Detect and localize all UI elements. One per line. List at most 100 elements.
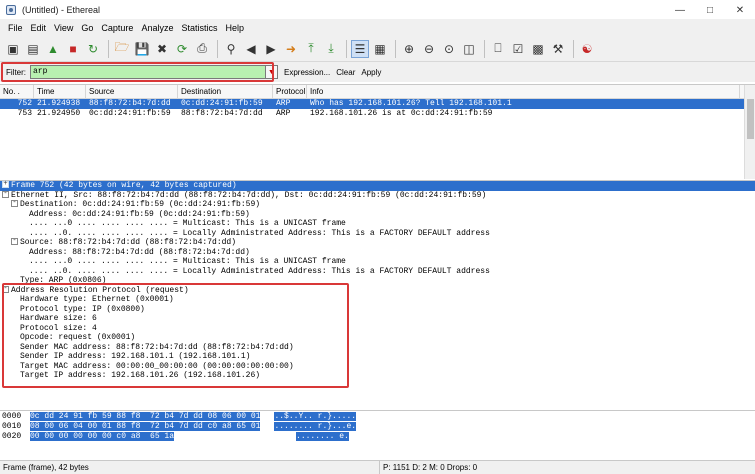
menu-help[interactable]: Help: [221, 23, 248, 33]
detail-row[interactable]: .... ..0. .... .... .... .... = Locally …: [0, 267, 755, 277]
menu-capture[interactable]: Capture: [97, 23, 137, 33]
menu-statistics[interactable]: Statistics: [177, 23, 221, 33]
detail-row[interactable]: - Source: 88:f8:72:b4:7d:dd (88:f8:72:b4:…: [0, 238, 755, 248]
menu-analyze[interactable]: Analyze: [137, 23, 177, 33]
preferences-icon[interactable]: ⚒: [549, 40, 567, 58]
packet-row[interactable]: 752 21.924938 88:f8:72:b4:7d:dd 0c:dd:24…: [0, 99, 755, 109]
packet-destination: 88:f8:72:b4:7d:dd: [181, 109, 263, 118]
capture-filters-icon[interactable]: ⎕: [489, 40, 507, 58]
hex-offset: 0020: [2, 432, 22, 441]
first-packet-icon[interactable]: ⤒: [302, 40, 320, 58]
packet-list-scrollbar[interactable]: [744, 85, 755, 179]
expand-icon[interactable]: +: [2, 181, 9, 189]
toolbar-separator: [108, 39, 109, 58]
column-header-time[interactable]: Time: [34, 85, 86, 98]
start-capture-icon[interactable]: ▲: [44, 40, 62, 58]
save-file-icon[interactable]: 💾: [133, 40, 151, 58]
detail-text: Address: 88:f8:72:b4:7d:dd (88:f8:72:b4:…: [29, 247, 250, 257]
print-icon[interactable]: ⎙: [193, 40, 211, 58]
column-header-source[interactable]: Source: [86, 85, 178, 98]
detail-row[interactable]: Address: 0c:dd:24:91:fb:59 (0c:dd:24:91:…: [0, 210, 755, 220]
toolbar-separator: [346, 39, 347, 58]
collapse-icon[interactable]: -: [11, 238, 18, 246]
hex-row[interactable]: 0010 08 00 06 04 00 01 88 f8 72 b4 7d dd…: [0, 422, 755, 431]
packet-row[interactable]: 753 21.924950 0c:dd:24:91:fb:59 88:f8:72…: [0, 109, 755, 119]
packet-time: 21.924938: [37, 99, 81, 108]
packet-destination: 0c:dd:24:91:fb:59: [181, 99, 263, 108]
column-header-no[interactable]: No. .: [0, 85, 34, 98]
packet-protocol: ARP: [276, 109, 291, 118]
help-icon[interactable]: ☯: [578, 40, 596, 58]
detail-row[interactable]: - Ethernet II, Src: 88:f8:72:b4:7d:dd (88…: [0, 190, 755, 201]
column-header-info[interactable]: Info: [307, 85, 740, 98]
detail-text: .... ..0. .... .... .... .... = Locally …: [29, 228, 490, 238]
toolbar-separator: [484, 39, 485, 58]
zoom-normal-icon[interactable]: ⊙: [440, 40, 458, 58]
go-to-packet-icon[interactable]: ➜: [282, 40, 300, 58]
menu-bar: File Edit View Go Capture Analyze Statis…: [0, 20, 755, 36]
hex-ascii: ..$..Y.. r.}.....: [274, 412, 357, 421]
packet-info: Who has 192.168.101.26? Tell 192.168.101…: [310, 99, 512, 108]
packet-time: 21.924950: [37, 109, 81, 118]
zoom-in-icon[interactable]: ⊕: [400, 40, 418, 58]
go-forward-icon[interactable]: ▶: [262, 40, 280, 58]
toolbar-separator: [395, 39, 396, 58]
hex-row[interactable]: 0000 0c dd 24 91 fb 59 88 f8 72 b4 7d dd…: [0, 412, 755, 421]
column-header-protocol[interactable]: Protocol: [273, 85, 307, 98]
detail-row[interactable]: .... ...0 .... .... .... .... = Multicas…: [0, 257, 755, 267]
detail-row[interactable]: Address: 88:f8:72:b4:7d:dd (88:f8:72:b4:…: [0, 248, 755, 258]
zoom-out-icon[interactable]: ⊖: [420, 40, 438, 58]
maximize-icon[interactable]: □: [695, 0, 725, 20]
minimize-icon[interactable]: —: [665, 0, 695, 20]
detail-row[interactable]: - Destination: 0c:dd:24:91:fb:59 (0c:dd:2…: [0, 200, 755, 210]
find-packet-icon[interactable]: ⚲: [222, 40, 240, 58]
display-filters-icon[interactable]: ☑: [509, 40, 527, 58]
column-header-destination[interactable]: Destination: [178, 85, 273, 98]
detail-row[interactable]: .... ..0. .... .... .... .... = Locally …: [0, 229, 755, 239]
capture-options-icon[interactable]: ▤: [24, 40, 42, 58]
open-file-icon[interactable]: 🗁: [113, 40, 131, 58]
hex-offset: 0010: [2, 422, 22, 431]
close-file-icon[interactable]: ✖: [153, 40, 171, 58]
detail-text: Ethernet II, Src: 88:f8:72:b4:7d:dd (88:…: [11, 190, 487, 200]
detail-row[interactable]: .... ...0 .... .... .... .... = Multicas…: [0, 219, 755, 229]
menu-go[interactable]: Go: [77, 23, 97, 33]
stop-capture-icon[interactable]: ■: [64, 40, 82, 58]
close-icon[interactable]: ✕: [725, 0, 755, 20]
title-bar: (Untitled) - Ethereal — □ ✕: [0, 0, 755, 20]
main-toolbar: ▣ ▤ ▲ ■ ↻ 🗁 💾 ✖ ⟳ ⎙ ⚲ ◀ ▶ ➜ ⤒ ⤓ ☰ ▦ ⊕ ⊖ …: [0, 36, 755, 62]
detail-text: Destination: 0c:dd:24:91:fb:59 (0c:dd:24…: [20, 200, 261, 209]
colorize-icon[interactable]: ☰: [351, 39, 369, 58]
menu-edit[interactable]: Edit: [27, 23, 51, 33]
detail-text: Source: 88:f8:72:b4:7d:dd (88:f8:72:b4:7…: [20, 238, 237, 247]
collapse-icon[interactable]: -: [11, 200, 18, 208]
coloring-rules-icon[interactable]: ▩: [529, 40, 547, 58]
detail-text: .... ...0 .... .... .... .... = Multicas…: [29, 219, 346, 228]
interfaces-icon[interactable]: ▣: [4, 40, 22, 58]
last-packet-icon[interactable]: ⤓: [322, 40, 340, 58]
clear-button[interactable]: Clear: [336, 68, 355, 77]
window-title: (Untitled) - Ethereal: [22, 4, 101, 15]
packet-no: 752: [17, 99, 32, 108]
collapse-icon[interactable]: -: [2, 190, 9, 198]
reload-icon[interactable]: ⟳: [173, 40, 191, 58]
detail-text: .... ...0 .... .... .... .... = Multicas…: [29, 257, 346, 266]
resize-columns-icon[interactable]: ◫: [460, 40, 478, 58]
menu-view[interactable]: View: [50, 23, 77, 33]
status-bar: Frame (frame), 42 bytes P: 1151 D: 2 M: …: [0, 460, 755, 474]
packet-info: 192.168.101.26 is at 0c:dd:24:91:fb:59: [310, 109, 493, 118]
go-back-icon[interactable]: ◀: [242, 40, 260, 58]
hex-ascii: ........ r.}...e.: [274, 422, 357, 431]
auto-scroll-icon[interactable]: ▦: [371, 40, 389, 58]
menu-file[interactable]: File: [4, 23, 27, 33]
restart-capture-icon[interactable]: ↻: [84, 40, 102, 58]
expression-button[interactable]: Expression...: [284, 68, 330, 77]
packet-no: 753: [17, 109, 32, 118]
toolbar-separator: [573, 39, 574, 58]
hex-bytes: 0c dd 24 91 fb 59 88 f8 72 b4 7d dd 08 0…: [30, 412, 261, 421]
apply-button[interactable]: Apply: [361, 68, 381, 77]
hex-offset: 0000: [2, 412, 22, 421]
scrollbar-thumb[interactable]: [747, 99, 754, 139]
hex-row[interactable]: 0020 00 00 00 00 00 00 c0 a8 65 1a .....…: [0, 432, 755, 441]
detail-row[interactable]: + Frame 752 (42 bytes on wire, 42 bytes c…: [0, 181, 755, 191]
